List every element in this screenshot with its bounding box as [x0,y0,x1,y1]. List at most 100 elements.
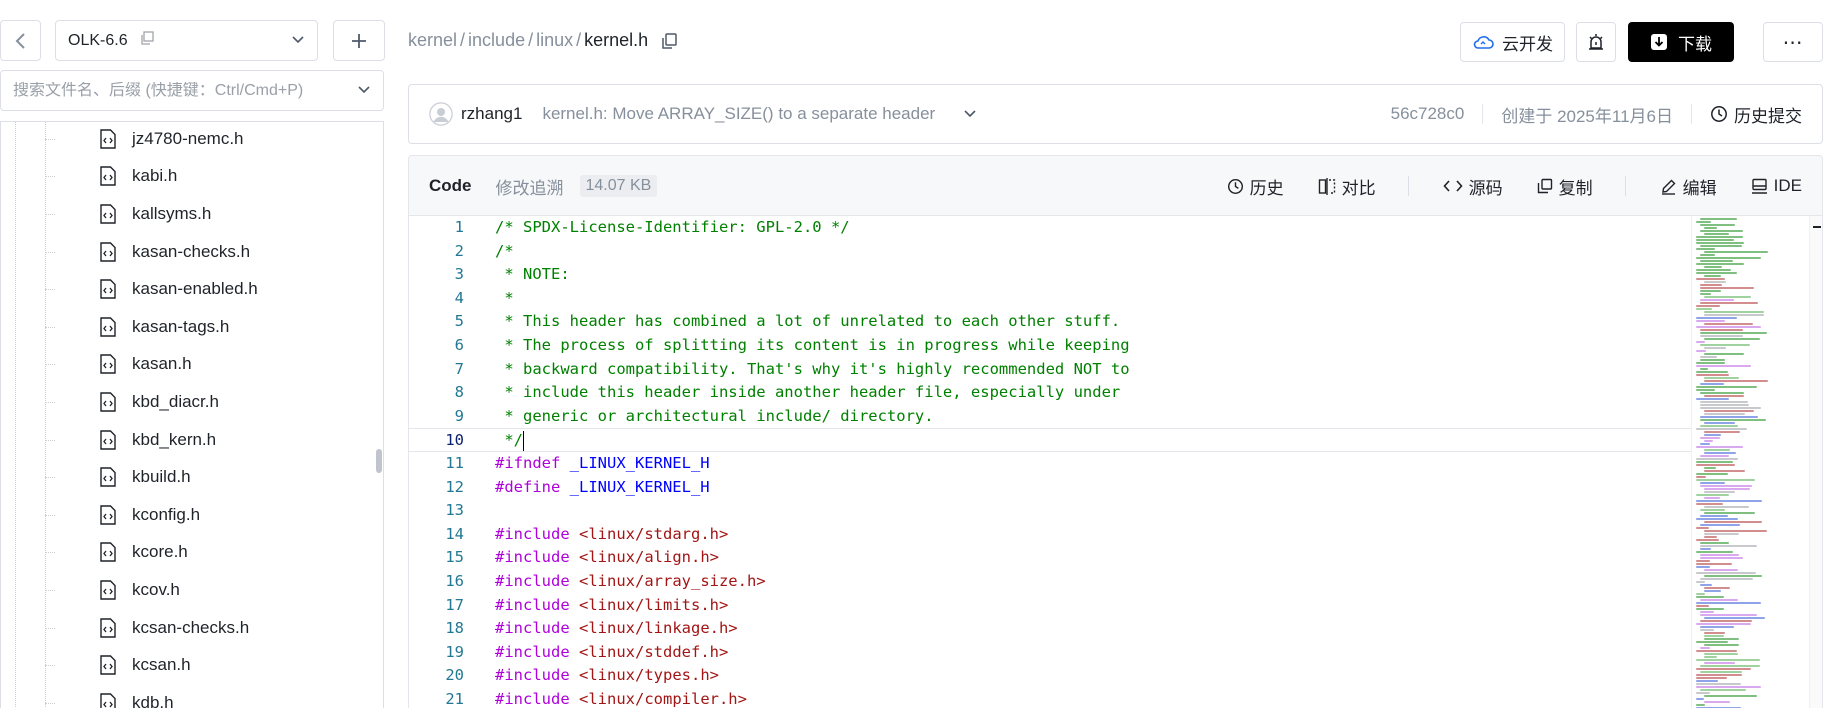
tree-connector [45,589,55,591]
file-tree-item[interactable]: kcore.h [1,534,361,572]
code-line: 10 */ [409,428,1691,452]
minimap-line [1704,434,1722,436]
minimap-line [1704,644,1740,646]
minimap-line [1696,236,1744,238]
code-token: #include [495,524,579,543]
minimap-line [1696,677,1727,679]
more-button[interactable]: ⋯ [1763,22,1823,62]
minimap-line [1696,608,1724,610]
minimap-line [1696,539,1719,541]
minimap-line [1696,623,1751,625]
file-tree-item[interactable]: kallsyms.h [1,195,361,233]
breadcrumb-segment[interactable]: include [468,30,525,51]
tree-connector [45,401,55,403]
download-label: 下载 [1678,34,1712,54]
code-line: 19 #include <linux/stddef.h> [409,641,1691,665]
file-tree-item[interactable]: kabi.h [1,158,361,196]
code-line: 4 * [409,287,1691,311]
breadcrumb: kernel / include / linux / kernel.h [408,30,678,51]
code-token: * [495,288,514,307]
commit-author[interactable]: rzhang1 [461,104,522,124]
download-button[interactable]: 下载 [1628,22,1734,62]
minimap-line [1700,224,1735,226]
tab-blame[interactable]: 修改追溯 [496,174,564,199]
minimap-line [1700,230,1744,232]
code-line: 14 #include <linux/stdarg.h> [409,523,1691,547]
add-file-button[interactable] [333,20,385,61]
file-tree-item[interactable]: kbuild.h [1,458,361,496]
back-button[interactable] [0,20,41,61]
file-search-input[interactable] [13,81,357,100]
code-scrollbar[interactable] [1809,216,1822,708]
copy-path-icon[interactable] [660,32,678,50]
code-file-icon [100,617,116,638]
file-name: kcore.h [132,542,188,562]
file-tree-item[interactable]: kasan-tags.h [1,308,361,346]
cloud-dev-button[interactable]: 云开发 [1460,22,1565,62]
tree-connector [45,439,55,441]
minimap-line [1700,689,1747,691]
tree-connector [45,138,55,140]
commit-message[interactable]: kernel.h: Move ARRAY_SIZE() to a separat… [542,104,935,124]
tree-scrollbar[interactable] [376,449,382,473]
file-tree-item[interactable]: kbd_kern.h [1,421,361,459]
file-tree-item[interactable]: kcsan-checks.h [1,609,361,647]
line-content: * The process of splitting its content i… [495,334,1129,358]
minimap-line [1700,359,1725,361]
tree-connector [45,326,55,328]
code-viewer[interactable]: 1 /* SPDX-License-Identifier: GPL-2.0 */ 2… [408,215,1823,708]
expand-commit-icon[interactable] [963,109,977,119]
copy-button[interactable]: 复制 [1537,174,1593,199]
file-tree-item[interactable]: jz4780-nemc.h [1,122,361,158]
line-number: 12 [445,477,464,496]
file-tree-item[interactable]: kdb.h [1,684,361,708]
line-number: 4 [454,288,464,307]
file-search[interactable] [0,70,384,111]
minimap-line [1704,617,1766,619]
ide-button[interactable]: IDE [1751,176,1802,196]
code-token: /* SPDX-License-Identifier: GPL-2.0 */ [495,218,850,236]
code-file-icon [100,279,116,299]
copy-branch-icon[interactable] [140,31,154,50]
line-number: 1 [454,218,464,236]
commit-history-link[interactable]: 历史提交 [1710,102,1802,127]
file-tree-item[interactable]: kasan-checks.h [1,233,361,271]
tab-code[interactable]: Code [429,176,472,196]
edit-button[interactable]: 编辑 [1660,174,1717,199]
breadcrumb-segment[interactable]: kernel [408,30,457,51]
file-tree-item[interactable]: kconfig.h [1,496,361,534]
code-minimap[interactable] [1691,216,1809,708]
breadcrumb-separator: / [460,30,466,50]
minimap-line [1704,491,1735,493]
line-number: 6 [454,336,464,354]
file-tree-item[interactable]: kasan.h [1,346,361,384]
chevron-down-icon[interactable] [357,82,371,100]
file-tree-item[interactable]: kasan-enabled.h [1,270,361,308]
minimap-line [1696,242,1745,244]
code-token: <linux/align.h> [579,548,719,567]
minimap-line [1704,323,1754,325]
file-name: kbd_diacr.h [132,391,219,411]
file-tree-item[interactable]: kcov.h [1,571,361,609]
minimap-line [1696,272,1737,274]
minimap-line [1696,371,1729,373]
minimap-line [1700,524,1740,526]
minimap-line [1704,569,1738,571]
minimap-line [1704,431,1740,433]
breadcrumb-segment[interactable]: linux [536,30,573,51]
line-number: 3 [454,265,464,284]
minimap-line [1696,692,1710,694]
commit-hash[interactable]: 56c728c0 [1391,104,1465,124]
file-tree-item[interactable]: kbd_diacr.h [1,383,361,421]
compare-button[interactable]: 对比 [1318,174,1376,199]
history-button[interactable]: 历史 [1227,174,1284,199]
avatar[interactable] [429,102,453,126]
minimap-line [1704,266,1723,268]
file-name: kabi.h [132,166,178,186]
scroll-marker [1813,226,1821,228]
branch-select[interactable]: OLK-6.6 [55,20,318,61]
file-tree-item[interactable]: kcsan.h [1,646,361,684]
alarm-button[interactable] [1576,22,1616,62]
source-button[interactable]: 源码 [1443,174,1503,199]
minimap-line [1696,641,1728,643]
